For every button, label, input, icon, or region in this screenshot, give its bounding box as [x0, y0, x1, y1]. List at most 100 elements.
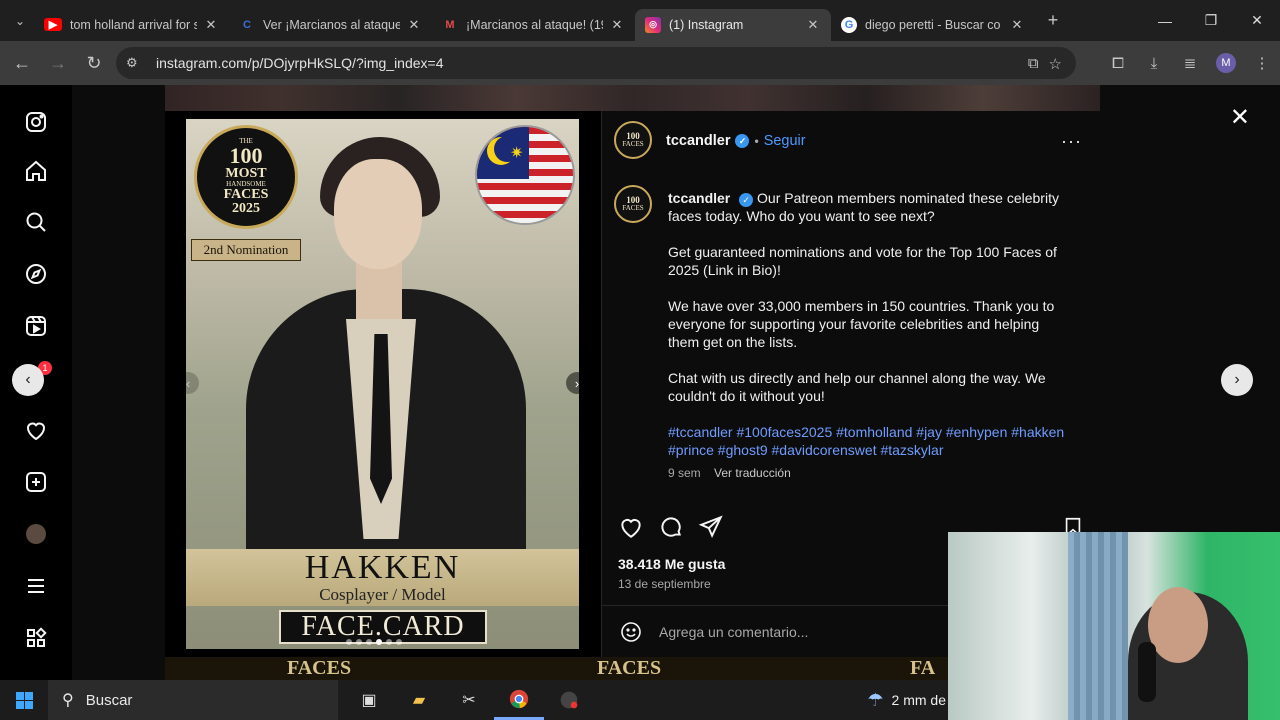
weather-widget[interactable]: ☂ 2 mm de — [867, 680, 948, 720]
medal-text: 2025 — [232, 201, 260, 216]
tab-search-button[interactable]: ⌄ — [6, 7, 34, 35]
browser-tab-1[interactable]: ▶ tom holland arrival for sp ✕ — [34, 9, 229, 41]
new-tab-button[interactable]: + — [1039, 10, 1067, 31]
reload-button[interactable]: ↻ — [76, 45, 112, 81]
explore-icon[interactable] — [22, 260, 50, 288]
instagram-icon: ◎ — [645, 16, 661, 33]
top100-medal-logo: THE 100 MOST HANDSOME FACES 2025 — [194, 125, 298, 229]
more-menu-icon[interactable] — [22, 572, 50, 600]
strip-text: FACES — [287, 657, 352, 679]
taskbar-apps: ▣ ▰ ✂ — [344, 680, 594, 720]
close-tab-icon[interactable]: ✕ — [406, 17, 422, 33]
close-tab-icon[interactable]: ✕ — [805, 17, 821, 33]
caption-meta: 9 sem Ver traducción — [668, 466, 791, 480]
more-options-icon[interactable]: ··· — [1061, 131, 1082, 152]
webcam-microphone — [1138, 642, 1156, 702]
share-icon[interactable] — [698, 514, 724, 545]
m-icon: M — [445, 18, 455, 31]
capcut-icon[interactable]: ✂ — [444, 680, 494, 720]
close-modal-icon[interactable]: ✕ — [1230, 103, 1250, 132]
omnibox-actions: ⧉ ☆ — [1028, 55, 1062, 73]
post-date: 13 de septiembre — [618, 577, 711, 591]
caption-author-avatar[interactable]: 100 FACES — [614, 185, 652, 223]
carousel-dot — [356, 639, 362, 645]
likes-count[interactable]: 38.418 Me gusta — [618, 556, 725, 572]
youtube-icon: ▶ — [44, 18, 62, 31]
back-button[interactable]: ← — [4, 45, 40, 81]
author-avatar[interactable]: 100 FACES — [614, 121, 652, 159]
strip-text: FACES — [597, 657, 662, 679]
follow-button[interactable]: Seguir — [764, 133, 806, 149]
webcam-person-head — [1148, 587, 1208, 663]
windows-logo-icon — [15, 691, 33, 709]
chrome-icon[interactable] — [494, 680, 544, 720]
browser-toolbar: ← → ↻ ⚙ instagram.com/p/DOjyrpHkSLQ/?img… — [0, 41, 1280, 85]
browser-tab-4-active[interactable]: ◎ (1) Instagram ✕ — [635, 8, 831, 41]
carousel-next-icon[interactable]: › — [566, 372, 588, 394]
profile-avatar-icon[interactable] — [22, 520, 50, 548]
comment-input[interactable]: Agrega un comentario... — [659, 624, 808, 640]
malaysia-flag-icon: ✷ — [477, 127, 573, 223]
medal-text: FACES — [223, 187, 269, 202]
caption-paragraph: Chat with us directly and help our chann… — [668, 370, 1046, 404]
site-info-icon[interactable]: ⚙ — [126, 55, 150, 71]
tab-title: (1) Instagram — [669, 17, 744, 32]
reels-icon[interactable] — [22, 312, 50, 340]
close-tab-icon[interactable]: ✕ — [609, 17, 625, 33]
medal-text: 100 — [229, 143, 263, 168]
avatar-text: FACES — [622, 204, 644, 212]
see-translation-link[interactable]: Ver traducción — [714, 466, 791, 480]
carousel-dot — [386, 639, 392, 645]
google-icon: G — [841, 16, 857, 33]
background-thumbnails — [165, 85, 1100, 111]
home-icon[interactable] — [22, 157, 50, 185]
nameplate: HAKKEN Cosplayer / Model — [186, 549, 579, 606]
next-post-button[interactable]: › — [1221, 364, 1253, 396]
webcam-curtain — [1068, 532, 1128, 720]
caption-paragraph: We have over 33,000 members in 150 count… — [668, 298, 1055, 350]
taskbar-search-label: Buscar — [85, 691, 133, 709]
like-heart-icon[interactable] — [618, 514, 644, 545]
extensions-icon[interactable]: ⧠ — [1100, 55, 1136, 72]
close-tab-icon[interactable]: ✕ — [1009, 17, 1025, 33]
start-button[interactable] — [0, 680, 48, 720]
downloads-icon[interactable]: ⤓ — [1136, 55, 1172, 72]
restore-icon[interactable]: ❐ — [1188, 0, 1234, 41]
browser-tab-2[interactable]: C Ver ¡Marcianos al ataque! ✕ — [229, 9, 432, 41]
search-icon[interactable] — [22, 208, 50, 236]
caption-username[interactable]: tccandler — [668, 190, 730, 206]
heart-notifications-icon[interactable] — [22, 416, 50, 444]
minimize-icon[interactable]: — — [1142, 0, 1188, 41]
carousel-prev-icon[interactable]: ‹ — [177, 372, 199, 394]
author-username[interactable]: tccandler — [666, 133, 730, 149]
close-window-icon[interactable]: ✕ — [1234, 0, 1280, 41]
separator-dot: • — [754, 134, 759, 148]
obs-recorder-icon[interactable] — [544, 680, 594, 720]
browser-tab-5[interactable]: G diego peretti - Buscar co ✕ — [831, 9, 1035, 41]
install-app-icon[interactable]: ⧉ — [1028, 55, 1039, 73]
windows-taskbar: ⚲ Buscar ▣ ▰ ✂ ☂ 2 mm de — [0, 680, 948, 720]
emoji-icon[interactable] — [619, 620, 643, 644]
profile-button[interactable]: M — [1208, 53, 1244, 73]
create-icon[interactable] — [22, 468, 50, 496]
browser-tab-3[interactable]: M ¡Marcianos al ataque! (19 ✕ — [432, 9, 635, 41]
webcam-overlay — [948, 532, 1280, 720]
file-explorer-icon[interactable]: ▰ — [394, 680, 444, 720]
menu-icon[interactable]: ⋮ — [1244, 54, 1280, 72]
carousel-dot-active — [376, 639, 382, 645]
post-caption: tccandler ✓ Our Patreon members nominate… — [668, 189, 1068, 477]
caption-hashtags[interactable]: #tccandler #100faces2025 #tomholland #ja… — [668, 423, 1068, 459]
comment-icon[interactable] — [658, 514, 684, 545]
close-tab-icon[interactable]: ✕ — [203, 17, 219, 33]
post-time-ago: 9 sem — [668, 466, 701, 480]
previous-post-button[interactable]: ‹ — [12, 364, 44, 396]
address-bar[interactable]: ⚙ instagram.com/p/DOjyrpHkSLQ/?img_index… — [116, 47, 1076, 79]
tab-title: tom holland arrival for sp — [70, 17, 197, 32]
media-control-icon[interactable]: ≣ — [1172, 54, 1208, 72]
instagram-logo-icon[interactable] — [22, 108, 50, 136]
task-view-icon[interactable]: ▣ — [344, 680, 394, 720]
also-from-meta-icon[interactable] — [22, 624, 50, 652]
taskbar-search[interactable]: ⚲ Buscar — [48, 680, 338, 720]
bookmark-star-icon[interactable]: ☆ — [1049, 55, 1062, 73]
forward-button[interactable]: → — [40, 45, 76, 81]
